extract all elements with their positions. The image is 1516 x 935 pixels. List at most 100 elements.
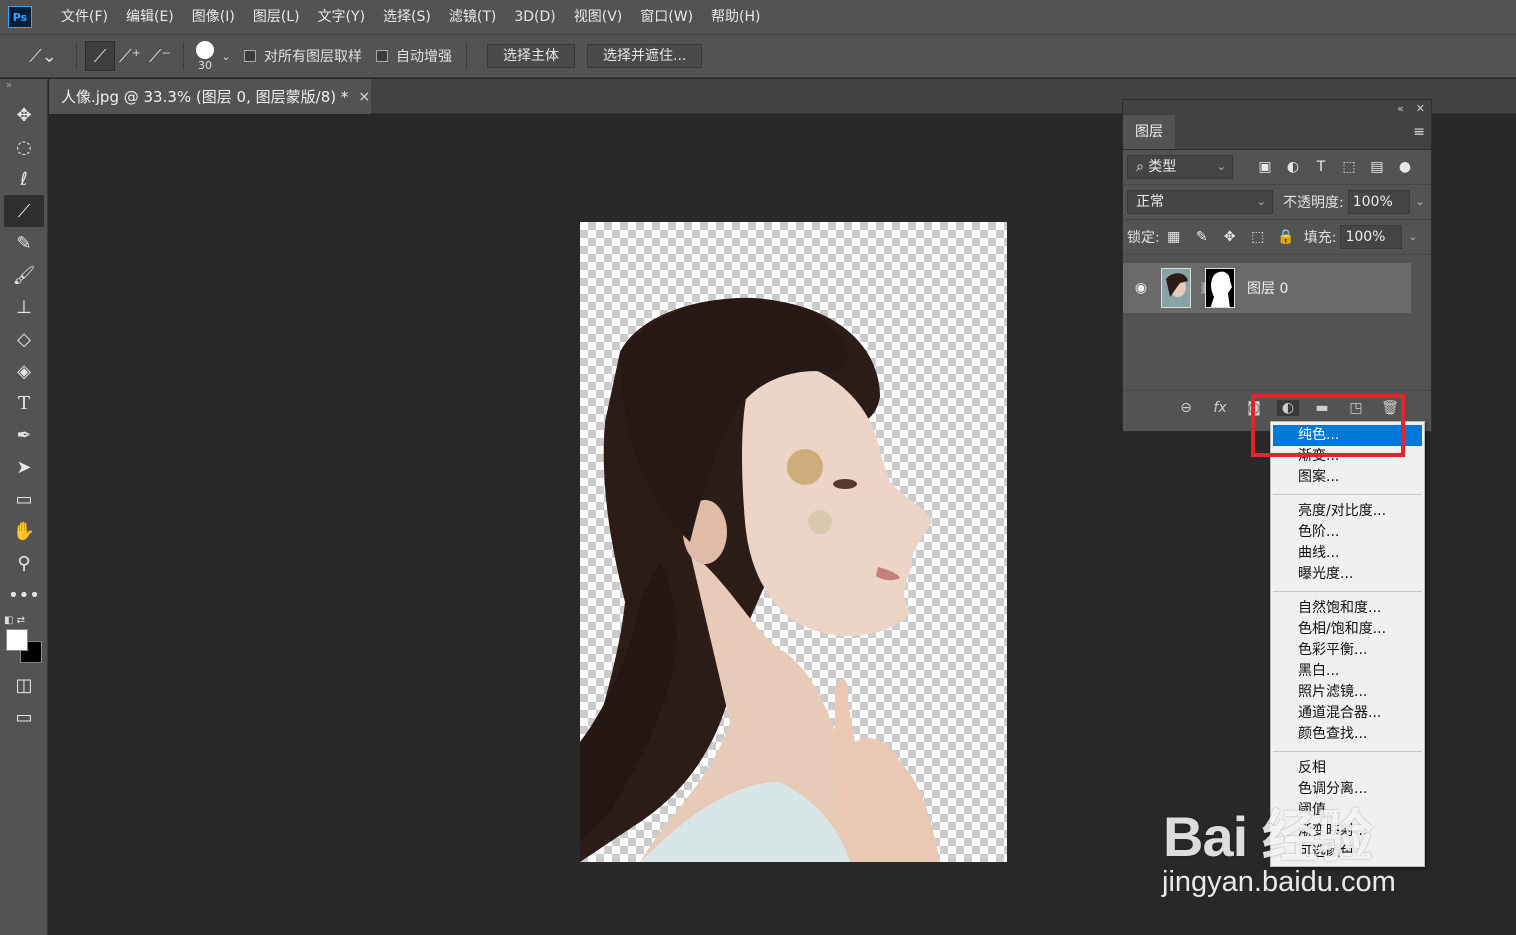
lock-artboard-icon[interactable]: ⬚ xyxy=(1244,229,1272,245)
add-to-selection-icon[interactable]: ⟋⁺ xyxy=(115,41,145,71)
eraser-tool-icon[interactable]: ◇ xyxy=(4,323,44,355)
menu-item-curves[interactable]: 曲线... xyxy=(1271,543,1424,564)
collapse-panel-icon[interactable]: « xyxy=(1397,102,1404,115)
menu-item-color-lookup[interactable]: 颜色查找... xyxy=(1271,724,1424,745)
menu-file[interactable]: 文件(F) xyxy=(52,0,117,34)
auto-enhance-checkbox[interactable]: 自动增强 xyxy=(376,46,452,66)
panel-menu-icon[interactable]: ≡ xyxy=(1413,124,1425,140)
filter-type-icon[interactable]: T xyxy=(1307,159,1335,175)
layer-filter-row: ⌕ 类型 ⌄ ▣ ◐ T ⬚ ▤ ● xyxy=(1123,150,1431,185)
menu-filter[interactable]: 滤镜(T) xyxy=(440,0,505,34)
paint-bucket-tool-icon[interactable]: ◈ xyxy=(4,355,44,387)
checkbox-box[interactable] xyxy=(244,50,256,62)
menu-item-invert[interactable]: 反相 xyxy=(1271,758,1424,779)
subtract-from-selection-icon[interactable]: ⟋⁻ xyxy=(145,41,175,71)
menu-item-pattern[interactable]: 图案... xyxy=(1271,467,1424,488)
filter-kind-select[interactable]: ⌕ 类型 ⌄ xyxy=(1127,155,1233,179)
menu-item-color-balance[interactable]: 色彩平衡... xyxy=(1271,640,1424,661)
menu-item-vibrance[interactable]: 自然饱和度... xyxy=(1271,598,1424,619)
close-panel-icon[interactable]: ✕ xyxy=(1416,102,1425,115)
menu-item-exposure[interactable]: 曝光度... xyxy=(1271,564,1424,585)
filter-adjustment-icon[interactable]: ◐ xyxy=(1279,159,1307,175)
foreground-color[interactable] xyxy=(6,629,28,651)
close-icon[interactable]: × xyxy=(358,89,370,105)
more-tools-icon[interactable]: ••• xyxy=(4,579,44,611)
watermark-url: jingyan.baidu.com xyxy=(1162,866,1396,898)
blend-mode-select[interactable]: 正常 ⌄ xyxy=(1127,190,1273,214)
tool-preset-picker-icon[interactable]: ⟋⌄ xyxy=(18,41,68,71)
type-tool-icon[interactable]: T xyxy=(4,387,44,419)
chevron-down-icon[interactable]: ⌄ xyxy=(218,41,234,71)
menu-help[interactable]: 帮助(H) xyxy=(702,0,769,34)
menu-item-black-white[interactable]: 黑白... xyxy=(1271,661,1424,682)
link-layers-icon[interactable]: ⊖ xyxy=(1175,400,1197,416)
menu-separator xyxy=(1273,494,1422,495)
visibility-eye-icon[interactable]: ◉ xyxy=(1123,280,1159,296)
checkbox-box[interactable] xyxy=(376,50,388,62)
zoom-tool-icon[interactable]: ⚲ xyxy=(4,547,44,579)
menu-layer[interactable]: 图层(L) xyxy=(244,0,309,34)
document-tab[interactable]: 人像.jpg @ 33.3% (图层 0, 图层蒙版/8) * × xyxy=(49,79,371,114)
menu-select[interactable]: 选择(S) xyxy=(374,0,440,34)
select-and-mask-button[interactable]: 选择并遮住... xyxy=(587,44,703,68)
screen-mode-icon[interactable]: ▭ xyxy=(4,701,44,733)
path-selection-tool-icon[interactable]: ➤ xyxy=(4,451,44,483)
document-image[interactable] xyxy=(580,222,1007,862)
lasso-tool-icon[interactable]: ℓ xyxy=(4,163,44,195)
menu-window[interactable]: 窗口(W) xyxy=(631,0,702,34)
menu-3d[interactable]: 3D(D) xyxy=(505,0,564,34)
menu-type[interactable]: 文字(Y) xyxy=(309,0,374,34)
filter-pixel-icon[interactable]: ▣ xyxy=(1251,159,1279,175)
chevron-down-icon: ⌄ xyxy=(1216,160,1226,173)
menu-image[interactable]: 图像(I) xyxy=(183,0,244,34)
menu-item-brightness-contrast[interactable]: 亮度/对比度... xyxy=(1271,501,1424,522)
filter-toggle-icon[interactable]: ● xyxy=(1391,159,1419,175)
fx-icon[interactable]: fx xyxy=(1209,400,1231,416)
layer-thumbnail[interactable] xyxy=(1161,268,1191,308)
thumbnail-portrait-icon xyxy=(1166,273,1188,297)
chevron-down-icon[interactable]: ⌄ xyxy=(1416,191,1425,213)
quick-mask-icon[interactable]: ◫ xyxy=(4,669,44,701)
photoshop-logo: Ps xyxy=(8,6,32,28)
menu-item-channel-mixer[interactable]: 通道混合器... xyxy=(1271,703,1424,724)
hand-tool-icon[interactable]: ✋ xyxy=(4,515,44,547)
brush-picker[interactable]: 30 xyxy=(192,40,218,72)
layers-panel: « ✕ 图层 ≡ ⌕ 类型 ⌄ ▣ ◐ T ⬚ ▤ ● 正常 ⌄ 不透明度: 100… xyxy=(1122,99,1432,432)
clone-stamp-tool-icon[interactable]: ⊥ xyxy=(4,291,44,323)
opacity-input[interactable]: 100% ⌄ xyxy=(1347,190,1425,214)
filter-smart-object-icon[interactable]: ▤ xyxy=(1363,159,1391,175)
panel-collapse-icon[interactable]: » xyxy=(0,79,47,99)
lock-all-icon[interactable]: 🔒 xyxy=(1272,229,1300,245)
filter-shape-icon[interactable]: ⬚ xyxy=(1335,159,1363,175)
eyedropper-tool-icon[interactable]: ✎ xyxy=(4,227,44,259)
menu-item-levels[interactable]: 色阶... xyxy=(1271,522,1424,543)
select-subject-button[interactable]: 选择主体 xyxy=(487,44,575,68)
menu-item-hue-saturation[interactable]: 色相/饱和度... xyxy=(1271,619,1424,640)
layer-mask-thumbnail[interactable] xyxy=(1205,268,1235,308)
layer-row[interactable]: ◉ ⛓ 图层 0 xyxy=(1123,263,1411,313)
pen-tool-icon[interactable]: ✒ xyxy=(4,419,44,451)
lock-transparency-icon[interactable]: ▦ xyxy=(1160,229,1188,245)
divider xyxy=(183,42,184,70)
brush-tool-icon[interactable]: 🖌 xyxy=(4,259,44,291)
tab-layers[interactable]: 图层 xyxy=(1123,115,1175,149)
default-colors-icon[interactable]: ◧ ⇄ xyxy=(4,615,25,626)
lock-position-icon[interactable]: ✥ xyxy=(1216,229,1244,245)
marquee-tool-icon[interactable]: ◌ xyxy=(4,131,44,163)
lock-image-pixels-icon[interactable]: ✎ xyxy=(1188,229,1216,245)
filter-kind-label: 类型 xyxy=(1148,159,1177,175)
rectangle-tool-icon[interactable]: ▭ xyxy=(4,483,44,515)
move-tool-icon[interactable]: ✥ xyxy=(4,99,44,131)
chevron-down-icon[interactable]: ⌄ xyxy=(1408,226,1417,248)
menu-edit[interactable]: 编辑(E) xyxy=(117,0,183,34)
color-swatches[interactable]: ◧ ⇄ xyxy=(4,615,43,665)
quick-selection-tool-icon[interactable]: ⟋ xyxy=(4,195,44,227)
layer-name[interactable]: 图层 0 xyxy=(1247,278,1288,298)
divider xyxy=(76,42,77,70)
fill-input[interactable]: 100% ⌄ xyxy=(1340,225,1417,249)
fill-value: 100% xyxy=(1345,229,1386,245)
menu-view[interactable]: 视图(V) xyxy=(565,0,632,34)
menu-item-photo-filter[interactable]: 照片滤镜... xyxy=(1271,682,1424,703)
sample-all-layers-checkbox[interactable]: 对所有图层取样 xyxy=(244,46,362,66)
new-selection-brush-icon[interactable]: ⟋ xyxy=(85,41,115,71)
